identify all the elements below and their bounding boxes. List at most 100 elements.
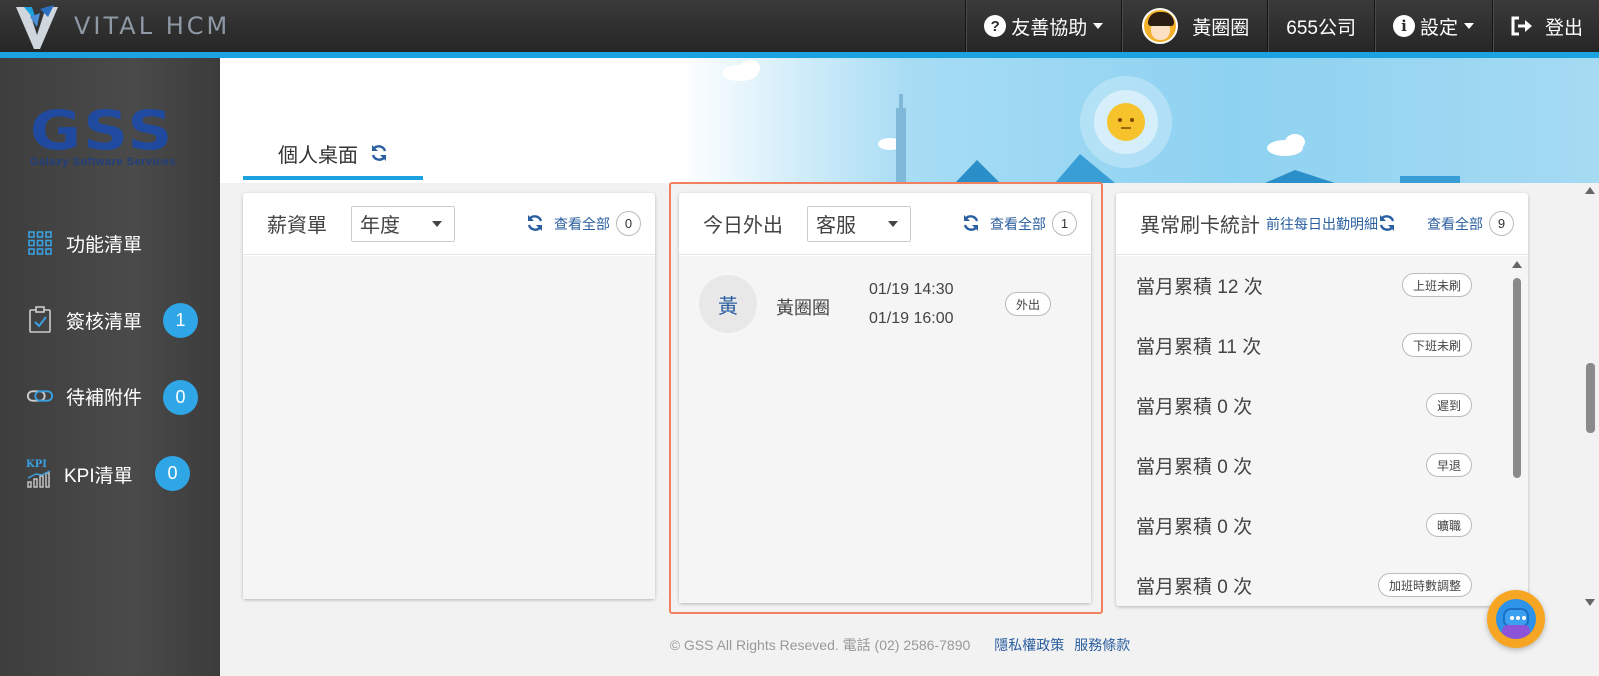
daily-attendance-link[interactable]: 前往每日出勤明細 (1266, 214, 1378, 234)
paperclip-icon (26, 382, 54, 410)
avatar (1142, 8, 1179, 44)
sidebar-item-label: 待補附件 (66, 387, 143, 409)
settings-menu[interactable]: i 設定 (1373, 0, 1492, 52)
status-badge: 遲到 (1425, 393, 1472, 417)
refresh-icon[interactable] (1378, 214, 1398, 234)
logout-button[interactable]: 登出 (1491, 0, 1599, 52)
view-all-link[interactable]: 查看全部 (554, 214, 610, 234)
kpi-chart-icon: KPI (26, 460, 54, 488)
sidebar-item-function-list[interactable]: 功能清單 (26, 223, 206, 263)
status-badge: 曠職 (1425, 513, 1472, 537)
clipboard-icon (26, 306, 54, 334)
monthly-count: 當月累積 0 次 (1136, 396, 1253, 418)
card-title: 薪資單 (267, 215, 327, 237)
refresh-icon[interactable] (526, 214, 546, 234)
help-menu[interactable]: ? 友善協助 (965, 0, 1121, 52)
city-illustration-icon (722, 60, 1460, 183)
tab-label: 個人桌面 (278, 144, 358, 167)
sidebar: GSS Galaxy Software Services 功能清單 簽核清單 1 (0, 58, 220, 676)
payslip-card-header: 薪資單 年度 查看全部 0 (243, 193, 655, 255)
monthly-count: 當月累積 0 次 (1136, 516, 1253, 538)
card-scrollbar[interactable] (1510, 256, 1524, 606)
refresh-icon[interactable] (370, 144, 388, 162)
robot-eye (1516, 616, 1520, 620)
page-scrollbar[interactable] (1580, 183, 1599, 615)
chatbot-button[interactable] (1487, 590, 1545, 648)
robot-body (1502, 625, 1530, 639)
view-all-link[interactable]: 查看全部 (1427, 214, 1483, 234)
top-navbar: VITAL HCM ? 友善協助 黃圈圈 655公司 i 設定 登出 (0, 0, 1599, 52)
robot-eye (1510, 616, 1514, 620)
monthly-count: 當月累積 12 次 (1136, 276, 1263, 298)
logout-icon (1511, 16, 1533, 36)
copyright-text: © GSS All Rights Reseved. 電話 (02) 2586-7… (669, 637, 971, 653)
banner (220, 58, 1599, 183)
card-title: 異常刷卡統計 (1140, 215, 1260, 237)
header-actions: ? 友善協助 黃圈圈 655公司 i 設定 登出 (965, 0, 1599, 52)
abnormal-punch-card: 異常刷卡統計 前往每日出勤明細 查看全部 9 當月累積 12 次 上班未刷 當月… (1116, 193, 1528, 606)
payslip-card: 薪資單 年度 查看全部 0 (243, 193, 655, 599)
tab-personal-desktop[interactable]: 個人桌面 (243, 128, 423, 178)
privacy-policy-link[interactable]: 隱私權政策 (994, 635, 1064, 655)
brand-name: VITAL HCM (74, 12, 231, 40)
sidebar-item-label: KPI清單 (64, 465, 133, 487)
scroll-up-icon[interactable] (1585, 187, 1595, 194)
terms-of-service-link[interactable]: 服務條款 (1074, 635, 1130, 655)
robot-eye (1522, 616, 1526, 620)
active-tab-indicator (243, 176, 423, 180)
sidebar-item-label: 簽核清單 (66, 311, 143, 333)
avatar-hair (1148, 12, 1175, 26)
robot-icon (1496, 599, 1536, 639)
list-item: 當月累積 0 次 加班時數調整 (1136, 570, 1472, 600)
settings-label: 設定 (1419, 17, 1458, 39)
brand[interactable]: VITAL HCM (10, 0, 230, 52)
monthly-count: 當月累積 0 次 (1136, 576, 1253, 598)
vital-logo-icon (10, 3, 64, 49)
gss-logo: GSS Galaxy Software Services (30, 104, 198, 169)
kpi-count-badge: 0 (155, 456, 190, 491)
abnormal-card-header: 異常刷卡統計 前往每日出勤明細 查看全部 9 (1116, 193, 1528, 255)
company-name: 655公司 (1286, 17, 1356, 39)
monthly-count: 當月累積 0 次 (1136, 456, 1253, 478)
caret-down-icon (1093, 23, 1104, 29)
card-actions: 查看全部 9 (1427, 211, 1514, 236)
grid-icon (26, 229, 54, 257)
payslip-card-body (243, 256, 655, 599)
list-item: 當月累積 0 次 早退 (1136, 450, 1472, 480)
kpi-icon-text: KPI (26, 459, 47, 470)
info-icon: i (1392, 15, 1415, 37)
scroll-up-icon[interactable] (1512, 261, 1522, 268)
logout-label: 登出 (1544, 17, 1583, 39)
help-label: 友善協助 (1011, 17, 1088, 39)
status-badge: 上班未刷 (1401, 273, 1472, 297)
count-badge: 9 (1489, 211, 1514, 236)
status-badge: 加班時數調整 (1377, 573, 1472, 597)
question-icon: ? (984, 15, 1007, 37)
count-badge: 0 (616, 211, 641, 236)
attachments-count-badge: 0 (163, 380, 198, 415)
list-item: 當月累積 0 次 遲到 (1136, 390, 1472, 420)
payslip-period-select[interactable]: 年度 (351, 205, 455, 242)
list-item: 當月累積 12 次 上班未刷 (1136, 270, 1472, 300)
scrollbar-thumb[interactable] (1586, 363, 1595, 433)
list-item: 當月累積 0 次 曠職 (1136, 510, 1472, 540)
footer: © GSS All Rights Reseved. 電話 (02) 2586-7… (220, 630, 1580, 660)
abnormal-card-body: 當月累積 12 次 上班未刷 當月累積 11 次 下班未刷 當月累積 0 次 遲… (1116, 256, 1528, 606)
gss-logo-text: GSS (30, 99, 175, 162)
scroll-down-icon[interactable] (1585, 599, 1595, 606)
caret-down-icon (432, 220, 442, 227)
monthly-count: 當月累積 11 次 (1136, 336, 1262, 358)
approval-count-badge: 1 (163, 303, 198, 338)
status-badge: 早退 (1425, 453, 1472, 477)
caret-down-icon (1463, 23, 1474, 29)
select-value: 年度 (360, 215, 400, 237)
scrollbar-thumb[interactable] (1513, 278, 1521, 478)
list-item: 當月累積 11 次 下班未刷 (1136, 330, 1472, 360)
status-badge: 下班未刷 (1401, 333, 1472, 357)
sidebar-item-label: 功能清單 (66, 234, 143, 256)
company-selector[interactable]: 655公司 (1267, 0, 1374, 52)
card-actions: 查看全部 0 (526, 211, 641, 236)
highlight-frame (669, 182, 1103, 614)
user-profile[interactable]: 黃圈圈 (1121, 0, 1267, 52)
user-name: 黃圈圈 (1192, 17, 1250, 39)
